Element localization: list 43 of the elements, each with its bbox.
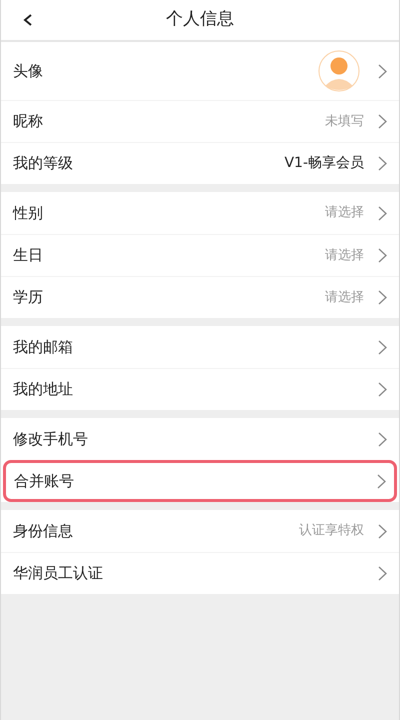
settings-row[interactable]: 生日 请选择 bbox=[1, 234, 399, 276]
chevron-right-icon bbox=[378, 340, 387, 354]
settings-row[interactable]: 我的等级 V1-畅享会员 bbox=[1, 142, 399, 184]
settings-row[interactable]: 昵称 未填写 bbox=[1, 100, 399, 142]
row-value: V1-畅享会员 bbox=[284, 154, 364, 173]
settings-row[interactable]: 修改手机号 bbox=[1, 418, 399, 460]
settings-row[interactable]: 身份信息 认证享特权 bbox=[1, 510, 399, 552]
chevron-right-icon bbox=[378, 290, 387, 305]
page-title: 个人信息 bbox=[166, 8, 234, 32]
chevron-right-icon bbox=[377, 474, 386, 488]
settings-row[interactable]: 我的邮箱 bbox=[1, 326, 399, 368]
chevron-right-icon bbox=[378, 156, 387, 171]
chevron-right-icon bbox=[378, 566, 387, 581]
chevron-right-icon bbox=[378, 382, 387, 397]
row-label: 身份信息 bbox=[13, 520, 74, 542]
settings-row[interactable]: 合并账号 bbox=[3, 460, 397, 502]
row-label: 合并账号 bbox=[14, 470, 75, 492]
chevron-right-icon bbox=[378, 248, 387, 263]
row-value: 请选择 bbox=[325, 288, 364, 307]
chevron-right-icon bbox=[378, 524, 387, 538]
row-label: 我的等级 bbox=[13, 153, 74, 174]
row-label: 华润员工认证 bbox=[13, 563, 104, 584]
settings-row[interactable]: 我的地址 bbox=[1, 368, 399, 410]
chevron-right-icon bbox=[378, 114, 387, 129]
settings-row[interactable]: 学历 请选择 bbox=[1, 276, 399, 318]
row-label: 生日 bbox=[13, 245, 44, 266]
row-label: 性别 bbox=[13, 202, 44, 224]
chevron-right-icon bbox=[378, 432, 387, 446]
row-value: 请选择 bbox=[325, 246, 364, 265]
chevron-right-icon bbox=[378, 206, 387, 220]
settings-row[interactable]: 华润员工认证 bbox=[1, 552, 399, 594]
settings-row[interactable]: 性别 请选择 bbox=[1, 192, 399, 234]
row-label: 我的邮箱 bbox=[13, 336, 74, 358]
row-label: 我的地址 bbox=[13, 379, 74, 400]
row-label: 学历 bbox=[13, 287, 44, 308]
row-value: 请选择 bbox=[325, 204, 364, 222]
row-value: 未填写 bbox=[325, 112, 364, 131]
row-value: 认证享特权 bbox=[299, 522, 364, 540]
row-label: 昵称 bbox=[13, 111, 44, 132]
row-label: 头像 bbox=[13, 60, 44, 82]
chevron-right-icon bbox=[378, 64, 387, 78]
row-label: 修改手机号 bbox=[13, 428, 89, 450]
settings-row[interactable]: 头像 bbox=[1, 42, 399, 100]
